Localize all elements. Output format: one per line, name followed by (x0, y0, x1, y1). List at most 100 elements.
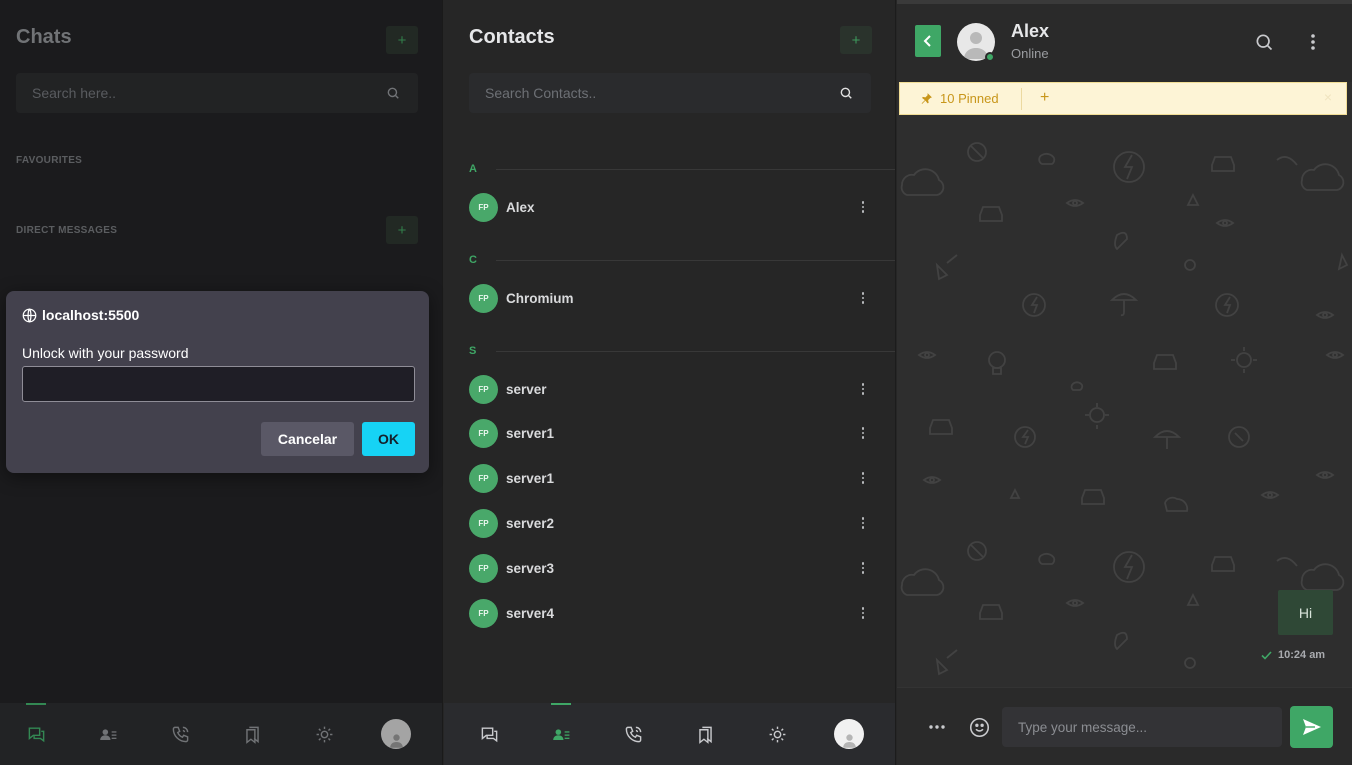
contact-item[interactable]: FP server (469, 374, 869, 404)
contact-item[interactable]: FP Alex (469, 192, 869, 222)
message-time: 10:24 am (1278, 649, 1326, 661)
bookmark-icon (698, 726, 712, 744)
contact-item[interactable]: FP server2 (469, 508, 869, 538)
message-input[interactable] (1002, 707, 1282, 747)
more-vertical-icon[interactable] (857, 515, 869, 531)
contact-avatar: FP (469, 508, 498, 538)
pinned-toggle[interactable]: 10 Pinned (920, 91, 999, 106)
new-direct-message-button[interactable]: + (386, 216, 418, 244)
nav-contacts[interactable] (525, 703, 597, 765)
nav-calls[interactable] (597, 703, 669, 765)
contact-item[interactable]: FP server1 (469, 418, 869, 448)
contact-avatar: FP (469, 463, 498, 493)
bottom-nav (444, 703, 895, 765)
close-icon[interactable]: × (1324, 89, 1332, 105)
contacts-title: Contacts (469, 26, 555, 48)
contacts-icon (552, 728, 569, 740)
nav-profile[interactable] (360, 703, 432, 765)
globe-icon (22, 307, 37, 323)
emoji-icon[interactable] (967, 715, 991, 739)
more-horizontal-icon[interactable] (925, 715, 949, 739)
more-vertical-icon[interactable] (857, 290, 869, 306)
contacts-icon (99, 728, 116, 740)
ok-button[interactable]: OK (362, 422, 415, 456)
contact-name: server (506, 381, 547, 397)
user-icon (842, 734, 856, 748)
pinned-bar: 10 Pinned + × (899, 82, 1347, 115)
send-button[interactable] (1290, 706, 1333, 748)
back-button[interactable] (915, 25, 941, 57)
chat-panel: Alex Online 10 Pinned + × Hi 10:24 am Ty… (897, 0, 1352, 765)
pin-icon (921, 93, 932, 104)
add-contact-button[interactable]: + (840, 26, 872, 54)
contact-name: Alex (506, 199, 535, 215)
more-vertical-icon[interactable] (857, 560, 869, 576)
add-pin-button[interactable]: + (1040, 89, 1049, 107)
chats-search-box (16, 73, 418, 113)
phone-call-icon (172, 726, 188, 742)
contacts-search-input[interactable] (469, 73, 871, 113)
contact-avatar: FP (469, 192, 498, 222)
more-vertical-icon[interactable] (857, 381, 869, 397)
nav-bookmarks[interactable] (669, 703, 741, 765)
direct-messages-label: DIRECT MESSAGES (16, 225, 118, 236)
divider (1021, 88, 1022, 110)
message-composer (897, 687, 1352, 765)
contacts-search-box (469, 73, 871, 113)
message-bubble[interactable]: Hi (1278, 590, 1333, 635)
group-letter: C (469, 254, 477, 266)
contact-item[interactable]: FP server3 (469, 553, 869, 583)
message-meta: 10:24 am (1261, 649, 1325, 661)
dialog-host: localhost:5500 (22, 307, 139, 323)
cancel-button[interactable]: Cancelar (261, 422, 354, 456)
contact-name: server1 (506, 425, 555, 441)
contact-avatar: FP (469, 553, 498, 583)
chat-icon (481, 726, 497, 742)
nav-calls[interactable] (144, 703, 216, 765)
favourites-label: FAVOURITES (16, 155, 83, 166)
more-vertical-icon[interactable] (857, 199, 869, 215)
nav-chats[interactable] (0, 703, 72, 765)
nav-theme[interactable] (288, 703, 360, 765)
nav-profile[interactable] (813, 703, 885, 765)
contact-name: Chromium (506, 290, 574, 306)
nav-contacts[interactable] (72, 703, 144, 765)
contact-item[interactable]: FP server4 (469, 598, 869, 628)
more-vertical-icon[interactable] (857, 425, 869, 441)
more-vertical-icon[interactable] (1302, 31, 1324, 53)
app-root: Chats + FAVOURITES DIRECT MESSAGES + (0, 0, 1352, 765)
plus-icon: + (397, 31, 407, 49)
contact-name: server1 (506, 470, 555, 486)
chat-contact-name: Alex (1011, 21, 1050, 41)
more-vertical-icon[interactable] (857, 470, 869, 486)
bookmark-icon (245, 726, 259, 744)
contact-item[interactable]: FP Chromium (469, 283, 869, 313)
search-icon[interactable] (386, 86, 400, 100)
contact-name: server4 (506, 605, 555, 621)
new-chat-button[interactable]: + (386, 26, 418, 54)
bottom-nav (0, 703, 442, 765)
sun-icon (316, 726, 332, 742)
password-field[interactable] (22, 366, 415, 402)
nav-bookmarks[interactable] (216, 703, 288, 765)
contacts-panel: Contacts + A FP Alex C FP Chromium S FP … (444, 0, 896, 765)
divider (496, 169, 895, 170)
avatar (834, 719, 864, 749)
more-vertical-icon[interactable] (857, 605, 869, 621)
contact-avatar: FP (469, 598, 498, 628)
chats-title: Chats (16, 26, 72, 48)
search-icon[interactable] (839, 86, 853, 100)
contact-name: server3 (506, 560, 555, 576)
nav-chats[interactable] (453, 703, 525, 765)
search-icon[interactable] (1253, 31, 1275, 53)
nav-theme[interactable] (741, 703, 813, 765)
divider (496, 260, 895, 261)
check-icon (1261, 650, 1272, 660)
chats-search-input[interactable] (16, 73, 418, 113)
contact-name: server2 (506, 515, 555, 531)
online-indicator (985, 52, 995, 62)
pinned-count: 10 Pinned (940, 91, 999, 106)
send-icon (1302, 719, 1321, 735)
contact-item[interactable]: FP server1 (469, 463, 869, 493)
plus-icon: + (851, 31, 861, 49)
